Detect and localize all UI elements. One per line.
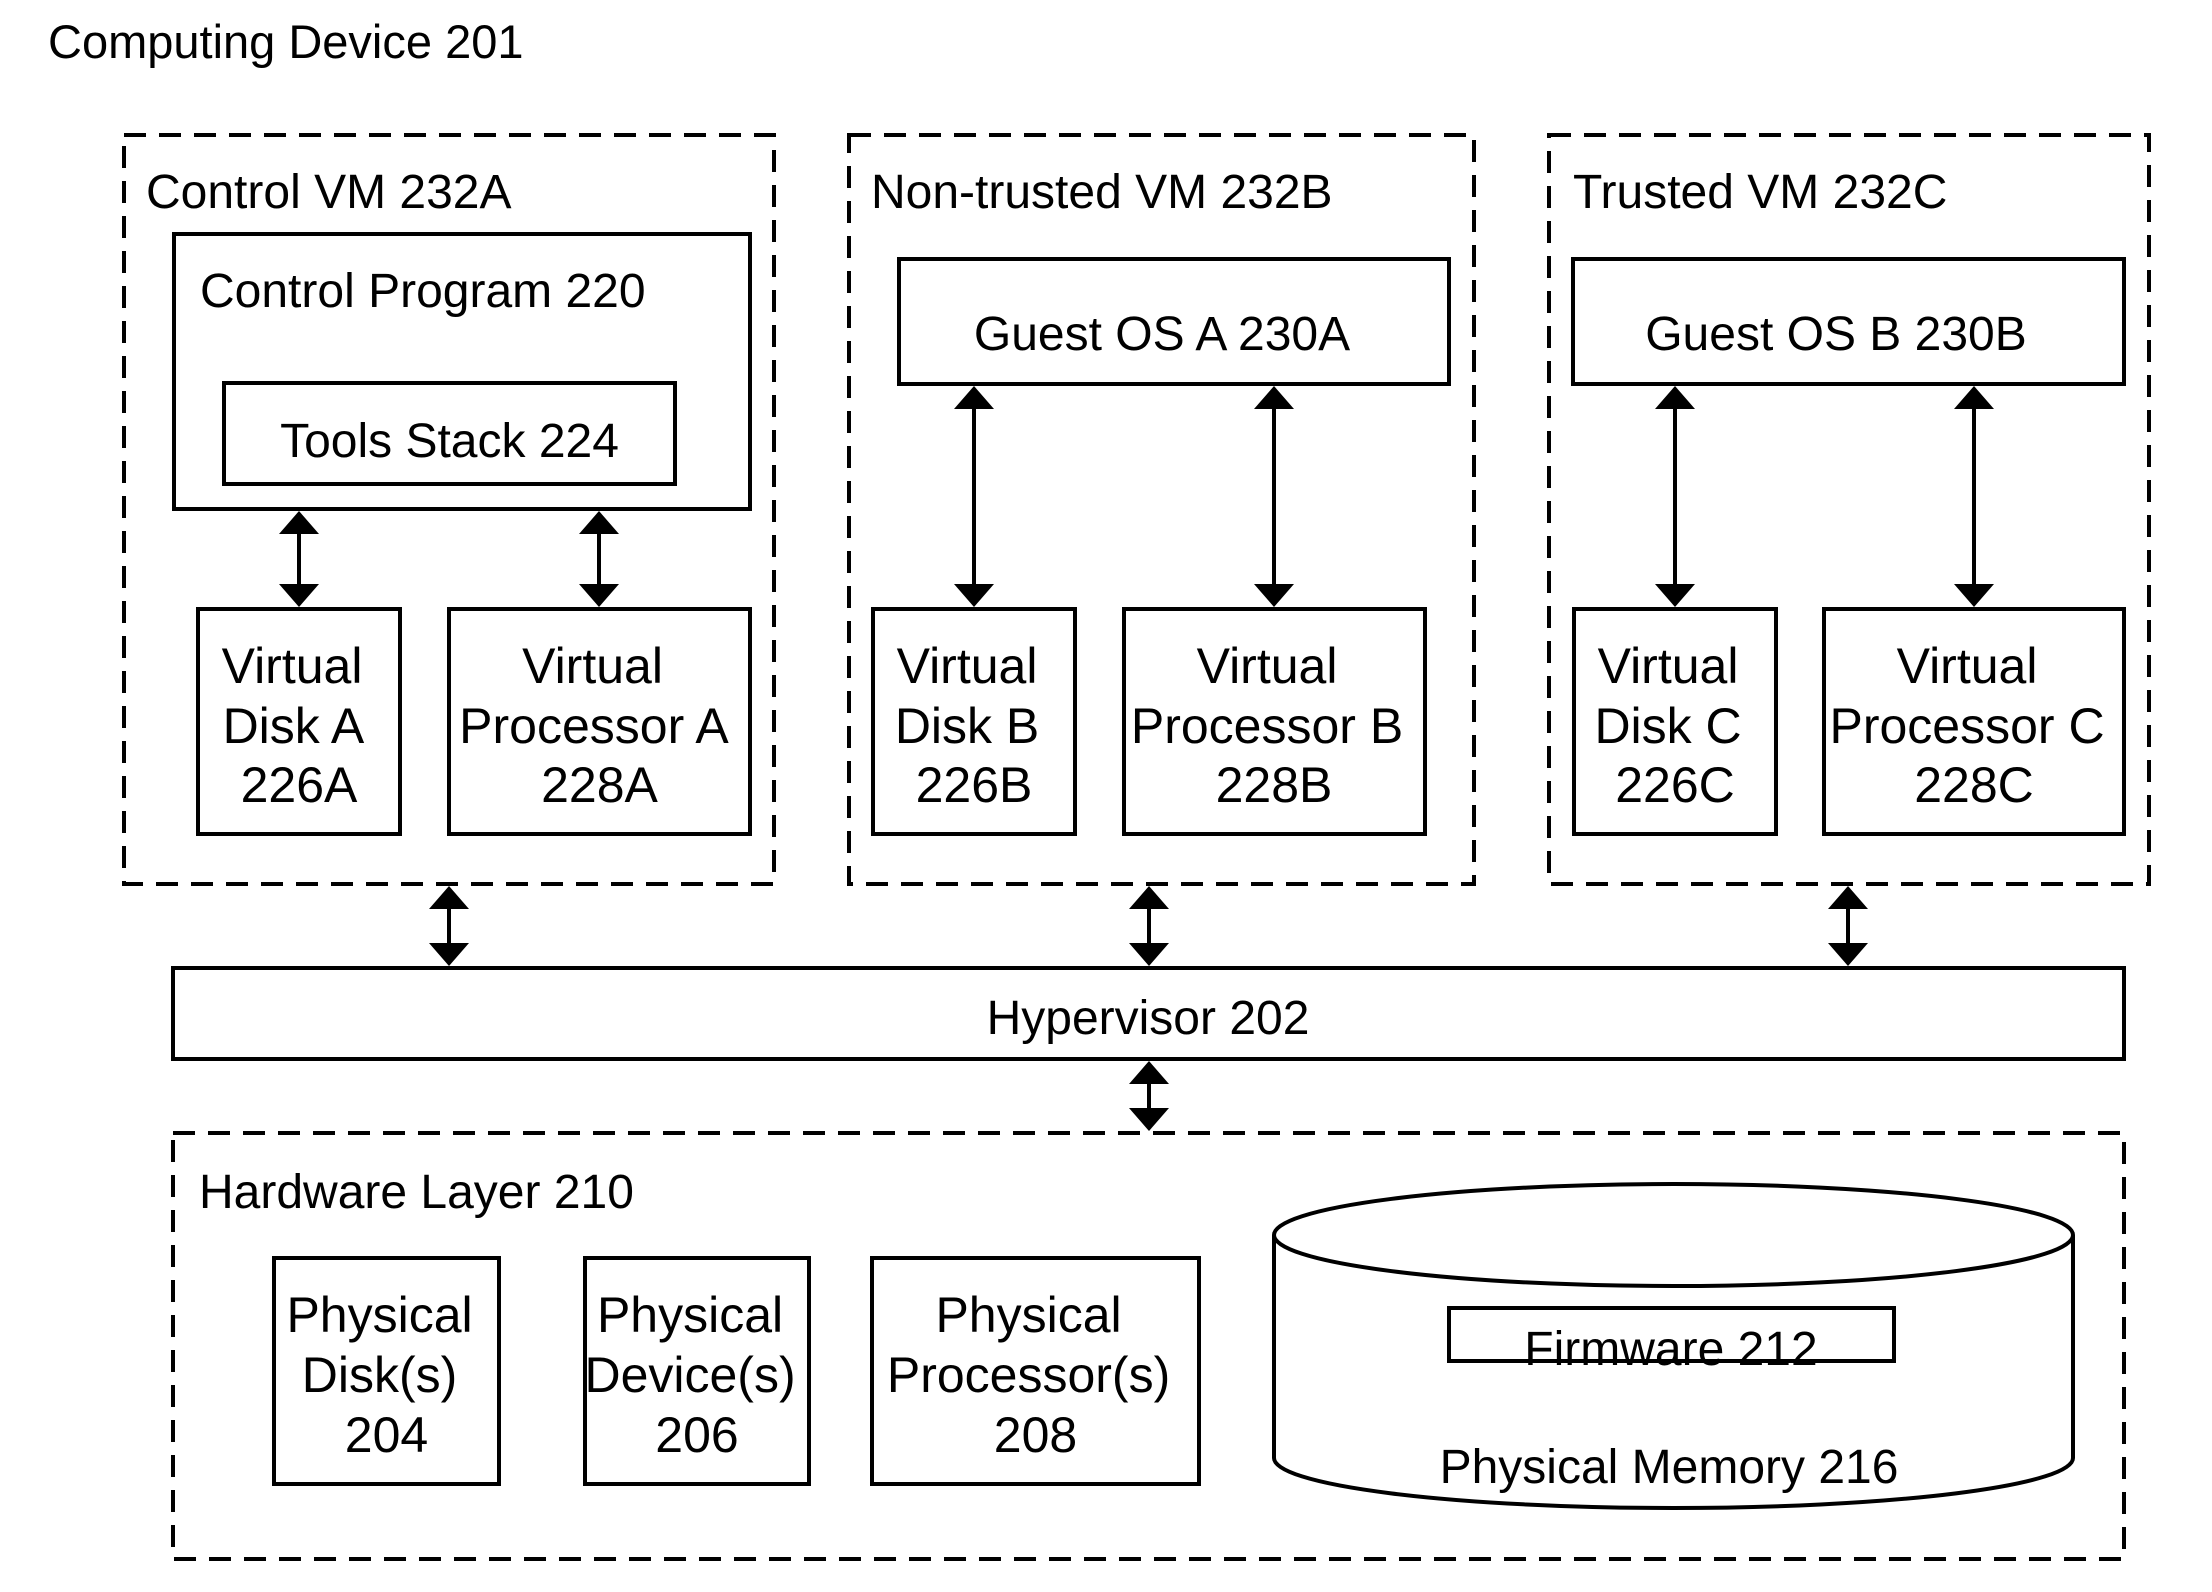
control-vm-label: Control VM 232A bbox=[146, 166, 512, 219]
arrow-head-up-icon bbox=[1129, 886, 1169, 909]
arrow-control-program-disk-a bbox=[279, 511, 319, 607]
trusted-vm-label: Trusted VM 232C bbox=[1573, 166, 1947, 219]
arrow-head-up-icon bbox=[1828, 886, 1868, 909]
arrow-head-down-icon bbox=[429, 943, 469, 966]
arrow-head-down-icon bbox=[1254, 584, 1294, 607]
non-trusted-vm-label: Non-trusted VM 232B bbox=[871, 166, 1333, 219]
hardware-layer-label: Hardware Layer 210 bbox=[199, 1166, 634, 1219]
arrow-head-up-icon bbox=[579, 511, 619, 534]
arrow-head-down-icon bbox=[954, 584, 994, 607]
arrow-guest-os-a-processor-b bbox=[1254, 386, 1294, 607]
architecture-diagram: Computing Device 201 Control VM 232A Con… bbox=[48, 15, 2151, 1561]
arrow-head-down-icon bbox=[1828, 943, 1868, 966]
arrow-head-up-icon bbox=[429, 886, 469, 909]
guest-os-b-label: Guest OS B 230B bbox=[1645, 308, 2027, 361]
arrow-head-down-icon bbox=[579, 584, 619, 607]
arrow-control-program-processor-a bbox=[579, 511, 619, 607]
arrow-non-trusted-vm-hypervisor bbox=[1129, 886, 1169, 966]
physical-memory-top bbox=[1272, 1182, 2075, 1288]
arrow-guest-os-b-processor-c bbox=[1954, 386, 1994, 607]
physical-memory-cylinder: Firmware 212 Physical Memory 216 bbox=[1272, 1182, 2075, 1510]
arrow-hypervisor-hardware bbox=[1129, 1061, 1169, 1131]
virtual-disk-a-label: Virtual Disk A 226A bbox=[222, 638, 377, 813]
arrow-head-up-icon bbox=[1954, 386, 1994, 409]
hardware-layer: Hardware Layer 210 Physical Disk(s) 204 … bbox=[171, 1131, 2126, 1561]
arrow-head-down-icon bbox=[1129, 943, 1169, 966]
arrow-head-down-icon bbox=[1129, 1108, 1169, 1131]
arrow-guest-os-a-disk-b bbox=[954, 386, 994, 607]
arrow-head-down-icon bbox=[1954, 584, 1994, 607]
arrow-trusted-vm-hypervisor bbox=[1828, 886, 1868, 966]
tools-stack-label: Tools Stack 224 bbox=[280, 415, 619, 468]
physical-memory-label: Physical Memory 216 bbox=[1440, 1441, 1899, 1494]
guest-os-a-label: Guest OS A 230A bbox=[974, 308, 1350, 361]
arrow-head-down-icon bbox=[1655, 584, 1695, 607]
arrow-head-up-icon bbox=[1129, 1061, 1169, 1084]
hypervisor-label: Hypervisor 202 bbox=[987, 992, 1310, 1045]
arrow-head-down-icon bbox=[279, 584, 319, 607]
trusted-vm: Trusted VM 232C Guest OS B 230B Virtual … bbox=[1547, 133, 2151, 886]
virtual-disk-c-label: Virtual Disk C 226C bbox=[1594, 638, 1755, 813]
arrow-head-up-icon bbox=[279, 511, 319, 534]
arrow-head-up-icon bbox=[954, 386, 994, 409]
firmware-label: Firmware 212 bbox=[1524, 1323, 1817, 1376]
arrow-head-up-icon bbox=[1655, 386, 1695, 409]
hypervisor: Hypervisor 202 bbox=[171, 966, 2126, 1061]
arrow-control-vm-hypervisor bbox=[429, 886, 469, 966]
control-program-label: Control Program 220 bbox=[200, 265, 646, 318]
arrow-guest-os-b-disk-c bbox=[1655, 386, 1695, 607]
control-vm: Control VM 232A Control Program 220 Tool… bbox=[122, 133, 776, 886]
virtual-disk-b-label: Virtual Disk B 226B bbox=[895, 638, 1053, 813]
non-trusted-vm: Non-trusted VM 232B Guest OS A 230A Virt… bbox=[847, 133, 1476, 886]
diagram-title: Computing Device 201 bbox=[48, 15, 524, 68]
arrow-head-up-icon bbox=[1254, 386, 1294, 409]
